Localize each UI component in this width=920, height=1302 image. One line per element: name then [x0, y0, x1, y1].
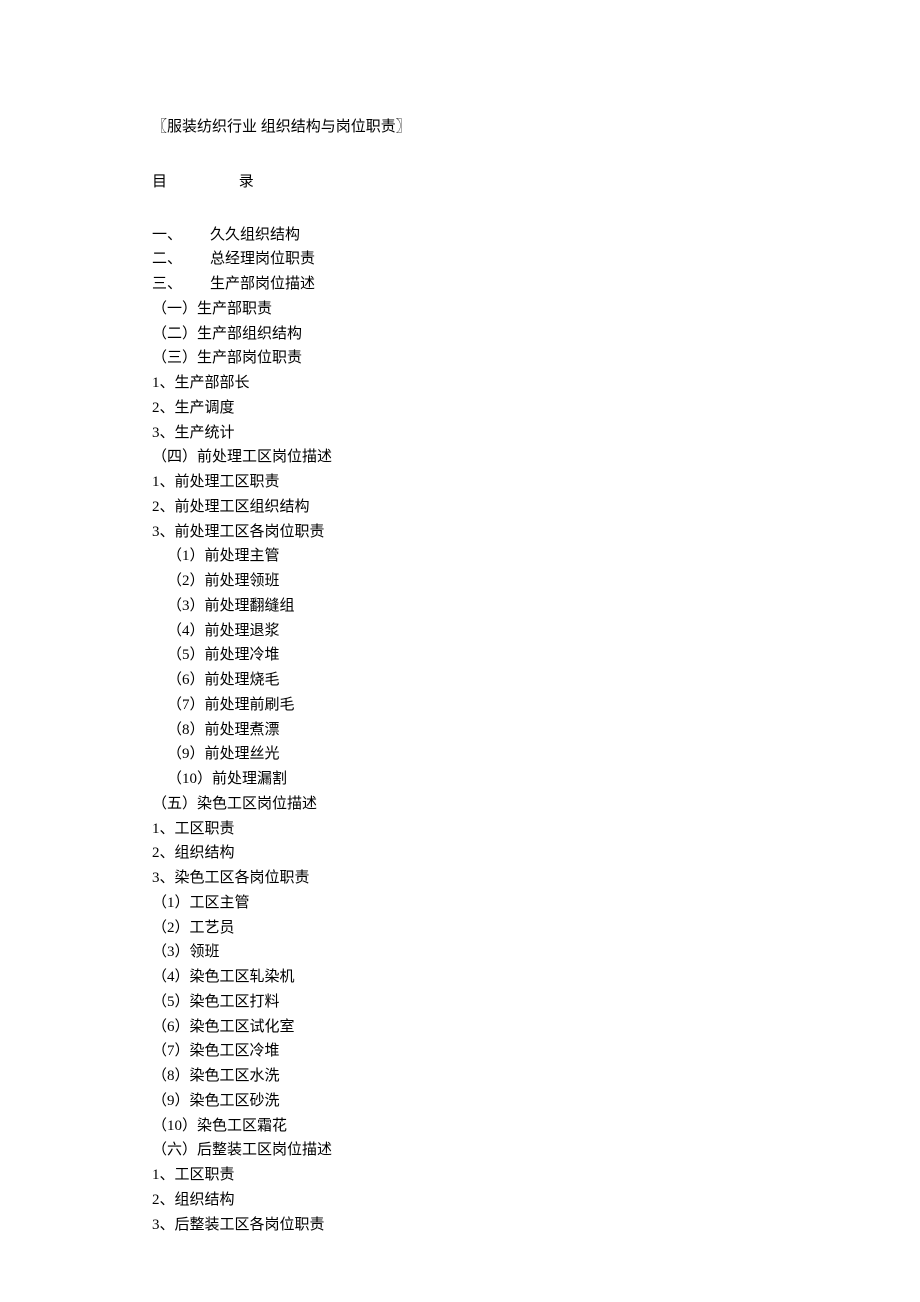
toc-heading-lu: 录 — [239, 170, 254, 195]
toc-item: 3、前处理工区各岗位职责 — [152, 520, 920, 545]
toc-item: （2）工艺员 — [152, 916, 920, 941]
toc-item: 2、前处理工区组织结构 — [152, 495, 920, 520]
toc-item-number: 一、 — [152, 223, 182, 248]
toc-item: 1、工区职责 — [152, 1163, 920, 1188]
toc-item: 3、生产统计 — [152, 421, 920, 446]
toc-item: （3）前处理翻缝组 — [152, 594, 920, 619]
toc-heading: 目 录 — [152, 170, 920, 195]
toc-list: 一、 久久组织结构二、 总经理岗位职责三、 生产部岗位描述 （一）生产部职责（二）生产部… — [152, 223, 920, 1238]
toc-item: （三）生产部岗位职责 — [152, 346, 920, 371]
toc-item: （四）前处理工区岗位描述 — [152, 445, 920, 470]
toc-item: （10）染色工区霜花 — [152, 1114, 920, 1139]
document-title: 〖服装纺织行业 组织结构与岗位职责〗 — [152, 115, 920, 140]
toc-item: （一）生产部职责 — [152, 297, 920, 322]
toc-item: （5）前处理冷堆 — [152, 643, 920, 668]
toc-item: 2、组织结构 — [152, 1188, 920, 1213]
toc-item: 三、 生产部岗位描述 — [152, 272, 920, 297]
toc-item: 2、生产调度 — [152, 396, 920, 421]
toc-heading-mu: 目 — [152, 170, 167, 195]
toc-item: （2）前处理领班 — [152, 569, 920, 594]
toc-item-number: 三、 — [152, 272, 182, 297]
toc-item: （6）染色工区试化室 — [152, 1015, 920, 1040]
toc-item: （10）前处理漏割 — [152, 767, 920, 792]
toc-item: 1、生产部部长 — [152, 371, 920, 396]
toc-item: （4）染色工区轧染机 — [152, 965, 920, 990]
toc-item: （9）染色工区砂洗 — [152, 1089, 920, 1114]
toc-item: 2、组织结构 — [152, 841, 920, 866]
toc-item: 一、 久久组织结构 — [152, 223, 920, 248]
toc-item: （3）领班 — [152, 940, 920, 965]
toc-item: 3、染色工区各岗位职责 — [152, 866, 920, 891]
toc-item: 1、前处理工区职责 — [152, 470, 920, 495]
toc-item: （二）生产部组织结构 — [152, 322, 920, 347]
toc-item: （9）前处理丝光 — [152, 742, 920, 767]
toc-item: 3、后整装工区各岗位职责 — [152, 1213, 920, 1238]
toc-item: （1）工区主管 — [152, 891, 920, 916]
toc-item: （6）前处理烧毛 — [152, 668, 920, 693]
toc-item: （五）染色工区岗位描述 — [152, 792, 920, 817]
toc-item: （1）前处理主管 — [152, 544, 920, 569]
toc-item: （7）染色工区冷堆 — [152, 1039, 920, 1064]
toc-item-label: 久久组织结构 — [210, 227, 300, 243]
toc-item: （7）前处理前刷毛 — [152, 693, 920, 718]
toc-item-label: 生产部岗位描述 — [210, 276, 315, 292]
toc-item: 二、 总经理岗位职责 — [152, 247, 920, 272]
toc-item: （4）前处理退浆 — [152, 619, 920, 644]
toc-item: （六）后整装工区岗位描述 — [152, 1138, 920, 1163]
toc-item-number: 二、 — [152, 247, 182, 272]
toc-item: （8）染色工区水洗 — [152, 1064, 920, 1089]
toc-item: （5）染色工区打料 — [152, 990, 920, 1015]
toc-item: （8）前处理煮漂 — [152, 718, 920, 743]
toc-item-label: 总经理岗位职责 — [210, 251, 315, 267]
toc-item: 1、工区职责 — [152, 817, 920, 842]
